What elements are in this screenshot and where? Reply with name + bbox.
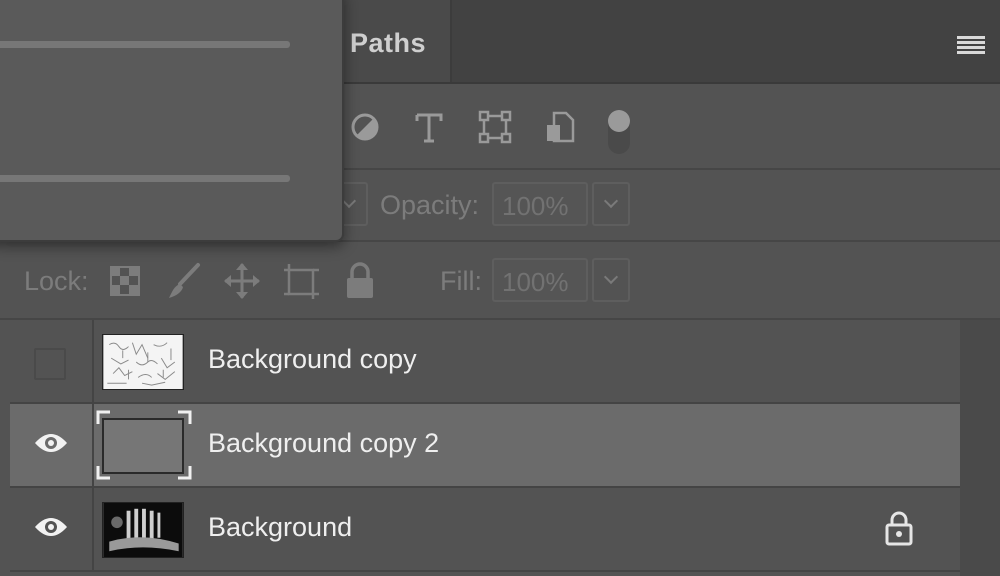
opacity-dropdown[interactable] — [592, 182, 630, 226]
lock-all-icon[interactable] — [344, 262, 376, 300]
lock-label: Lock: — [24, 266, 89, 296]
shape-filter-icon[interactable] — [478, 110, 512, 144]
popover-slider-top[interactable] — [0, 41, 290, 48]
filter-toggle-icon[interactable] — [604, 106, 634, 156]
lock-image-pixels-icon[interactable] — [166, 262, 202, 300]
opacity-label: Opacity: — [380, 190, 480, 220]
layers-scrollbar[interactable] — [960, 320, 1000, 576]
layers-list: Background copy Background copy 2 Backgr… — [10, 320, 960, 576]
eye-icon — [35, 434, 67, 452]
lock-position-icon[interactable] — [224, 262, 260, 300]
visibility-toggle[interactable] — [10, 320, 94, 402]
fill-field[interactable]: 100% — [492, 258, 588, 302]
fill-label: Fill: — [440, 266, 482, 296]
tab-paths-label: Paths — [350, 28, 427, 58]
panel-menu-icon[interactable] — [957, 36, 985, 54]
visibility-off-box — [34, 348, 66, 380]
type-filter-icon[interactable] — [414, 112, 444, 144]
visibility-toggle[interactable] — [10, 404, 94, 486]
fill-dropdown[interactable] — [592, 258, 630, 302]
layer-name: Background — [208, 512, 353, 542]
lock-artboard-icon[interactable] — [282, 262, 322, 300]
smart-object-filter-icon[interactable] — [544, 110, 576, 144]
layer-thumbnail-sketch — [102, 334, 184, 390]
popover-panel — [0, 0, 344, 242]
layer-thumbnail-photo — [102, 502, 184, 558]
layer-name: Background copy — [208, 344, 417, 374]
opacity-field[interactable]: 100% — [492, 182, 588, 226]
lock-transparent-pixels-icon[interactable] — [110, 266, 140, 296]
layer-thumbnail-gray — [102, 418, 184, 474]
layer-name: Background copy 2 — [208, 428, 440, 458]
lock-fill-row: Lock: Fill: 100% — [0, 242, 1000, 320]
adjustment-filter-icon[interactable] — [350, 112, 380, 142]
layer-lock-icon[interactable] — [884, 510, 914, 546]
tab-paths[interactable]: Paths — [338, 0, 452, 82]
eye-icon — [35, 518, 67, 536]
layer-row-selected[interactable]: Background copy 2 — [10, 404, 960, 488]
layer-row[interactable]: Background — [10, 488, 960, 572]
visibility-toggle[interactable] — [10, 488, 94, 570]
popover-slider-bottom[interactable] — [0, 175, 290, 182]
layer-row[interactable]: Background copy — [10, 320, 960, 404]
